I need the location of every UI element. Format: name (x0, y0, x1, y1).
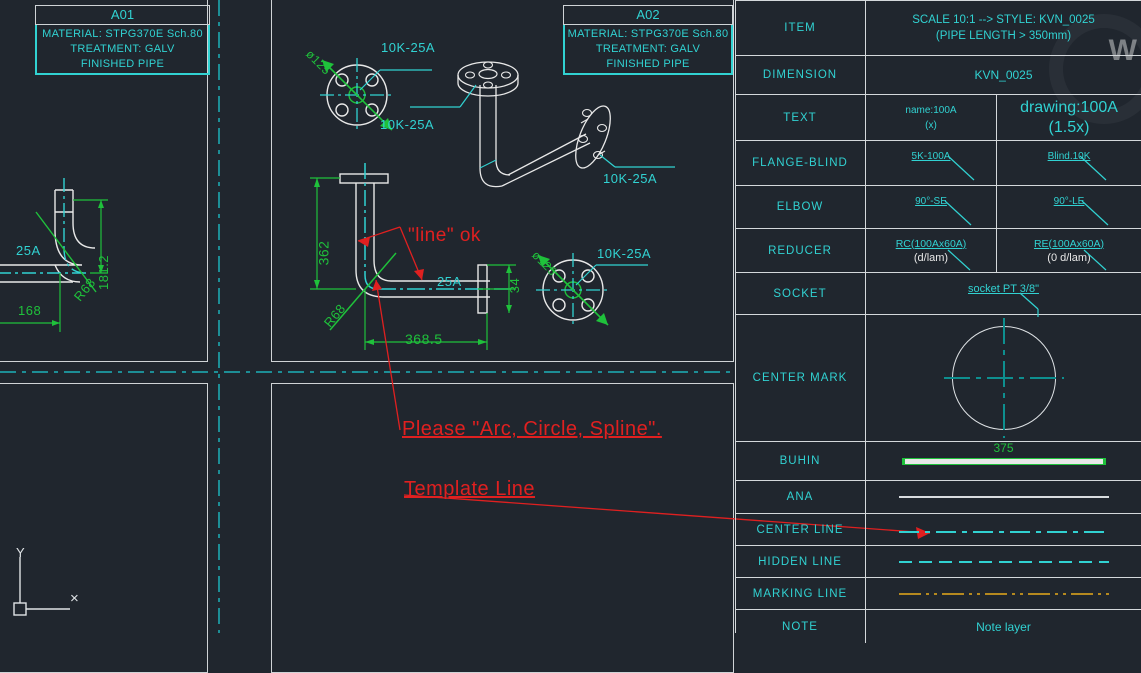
spec-row-center-line-value (866, 514, 1141, 545)
spec-row-flange-blind-right: Blind.10K (997, 141, 1141, 185)
spec-row-hidden-line-label: HIDDEN LINE (735, 546, 866, 577)
center-mark-horizontal-line (943, 377, 1064, 379)
a01-line-1: MATERIAL: STPG370E Sch.80 (42, 28, 203, 40)
reducer-right-leader (1083, 249, 1107, 270)
spec-row-center-line-label: CENTER LINE (735, 514, 866, 545)
callout-10k25a-top: 10K-25A (381, 40, 436, 55)
spec-row-ana[interactable]: ANA (735, 481, 1141, 514)
spec-row-item-label: ITEM (735, 0, 866, 55)
spec-row-socket[interactable]: SOCKET socket PT 3/8" (735, 273, 1141, 317)
a01-line-3: FINISHED PIPE (80, 58, 165, 70)
marking-line-sample (898, 589, 1109, 599)
text-left-line-2: (x) (925, 119, 937, 131)
spec-row-text-label: TEXT (735, 95, 866, 140)
reducer-right-text: RE(100Ax60A) (1033, 237, 1105, 250)
left-dim-168: 168 (18, 303, 42, 318)
spec-row-buhin[interactable]: BUHIN 375 (735, 441, 1141, 481)
spec-row-marking-line-value (866, 578, 1141, 609)
annotation-line-ok: "line" ok (408, 225, 481, 246)
spec-row-buhin-label: BUHIN (735, 442, 866, 480)
spec-row-socket-label: SOCKET (735, 273, 866, 314)
callout-10k25a-iso-right: 10K-25A (603, 171, 658, 186)
spec-row-center-mark[interactable]: CENTER MARK (735, 315, 1141, 442)
a01-line-2: TREATMENT: GALV (70, 43, 175, 55)
reducer-left-text: RC(100Ax60A) (895, 237, 967, 250)
viewport-left-bottom (0, 383, 208, 673)
spec-row-item[interactable]: ITEM SCALE 10:1 --> STYLE: KVN_0025 (PIP… (735, 0, 1141, 56)
annotation-arc-circle-spline: Please "Arc, Circle, Spline". (402, 418, 662, 440)
spec-row-reducer-left: RC(100Ax60A) (d/lam) (866, 229, 997, 272)
spec-row-dimension-value: KVN_0025 (974, 68, 1033, 82)
spec-row-dimension[interactable]: DIMENSION KVN_0025 (735, 56, 1141, 95)
callout-10k25a-iso-top: 10K-25A (380, 117, 435, 132)
spec-row-marking-line[interactable]: MARKING LINE (735, 578, 1141, 610)
spec-row-note[interactable]: NOTE Note layer (735, 610, 1141, 643)
cad-canvas: W A01 MATERIAL: STPG370E Sch.80 TREATMEN… (0, 0, 1141, 673)
spec-row-marking-line-label: MARKING LINE (735, 578, 866, 609)
item-line-2: (PIPE LENGTH > 350mm) (935, 29, 1072, 42)
left-callout-25a: 25A (16, 243, 41, 258)
text-right-line-2: (1.5x) (1048, 118, 1090, 136)
spec-row-elbow-label: ELBOW (735, 186, 866, 228)
spec-row-elbow-left: 90°-SE (866, 186, 997, 228)
spec-row-text[interactable]: TEXT name:100A (x) drawing:100A (1.5x) (735, 95, 1141, 141)
buhin-value-label: 375 (993, 441, 1014, 455)
spec-row-reducer[interactable]: REDUCER RC(100Ax60A) (d/lam) RE(100Ax60A… (735, 229, 1141, 273)
title-block-a01-header: A01 (35, 5, 210, 25)
spec-row-ana-value (866, 481, 1141, 513)
marking-line-icon (898, 592, 1109, 595)
elbow-right-leader (1081, 200, 1109, 226)
spec-row-elbow-right: 90°-LE (997, 186, 1141, 228)
spec-row-reducer-right: RE(100Ax60A) (0 d/lam) (997, 229, 1141, 272)
spec-row-reducer-label: REDUCER (735, 229, 866, 272)
spec-row-note-value: Note layer (976, 619, 1031, 634)
ucs-icon: Y × (13, 545, 79, 616)
title-block-a01-body: MATERIAL: STPG370E Sch.80 TREATMENT: GAL… (35, 25, 210, 75)
center-line-sample (898, 525, 1109, 535)
ana-line-sample (898, 492, 1109, 502)
spec-row-center-mark-label: CENTER MARK (735, 315, 866, 441)
annotation-template-line: Template Line (404, 478, 536, 500)
buhin-dimension-symbol: 375 (901, 441, 1106, 468)
spec-row-dimension-label: DIMENSION (735, 56, 866, 94)
spec-row-center-line[interactable]: CENTER LINE (735, 514, 1141, 546)
item-line-1: SCALE 10:1 --> STYLE: KVN_0025 (912, 13, 1095, 26)
a02-line-1: MATERIAL: STPG370E Sch.80 (567, 28, 729, 40)
buhin-bottom-line (901, 464, 1106, 465)
spec-row-hidden-line[interactable]: HIDDEN LINE (735, 546, 1141, 578)
spec-row-note-label: NOTE (735, 610, 866, 643)
spec-row-flange-blind-label: FLANGE-BLIND (735, 141, 866, 185)
text-left-line-1: name:100A (905, 104, 957, 116)
spec-row-flange-blind-left: 5K-100A (866, 141, 997, 185)
center-mark-symbol (943, 318, 1064, 438)
flange-left-text: 5K-100A (911, 151, 951, 162)
solid-line-icon (898, 496, 1109, 498)
ucs-y-label: Y (16, 545, 25, 560)
left-view-geometry (0, 178, 108, 332)
spec-row-flange-blind[interactable]: FLANGE-BLIND 5K-100A Blind.10K (735, 141, 1141, 186)
ucs-x-label: × (70, 590, 79, 607)
spec-row-text-left: name:100A (x) (866, 95, 997, 140)
spec-row-text-right: drawing:100A (1.5x) (997, 95, 1141, 140)
text-right-line-1: drawing:100A (1020, 98, 1118, 116)
spec-row-center-mark-value (866, 315, 1141, 441)
spec-row-elbow[interactable]: ELBOW 90°-SE 90°-LE (735, 186, 1141, 229)
elbow-right-text: 90°-LE (1053, 196, 1085, 207)
spec-row-item-value: SCALE 10:1 --> STYLE: KVN_0025 (PIPE LEN… (866, 0, 1141, 55)
spec-row-buhin-value: 375 (866, 441, 1141, 480)
center-line-icon (898, 528, 1109, 533)
title-block-a01: A01 MATERIAL: STPG370E Sch.80 TREATMENT:… (35, 5, 210, 75)
hidden-line-sample (898, 557, 1109, 567)
spec-row-socket-value: socket PT 3/8" (866, 273, 1141, 317)
spec-row-hidden-line-value (866, 546, 1141, 577)
title-block-a02-header: A02 (563, 5, 733, 25)
flange-right-leader (1079, 155, 1107, 181)
elbow-left-text: 90°-SE (915, 196, 947, 207)
spec-table: ITEM SCALE 10:1 --> STYLE: KVN_0025 (PIP… (735, 0, 1141, 643)
spec-row-ana-label: ANA (735, 481, 866, 513)
hidden-line-icon (898, 560, 1109, 563)
